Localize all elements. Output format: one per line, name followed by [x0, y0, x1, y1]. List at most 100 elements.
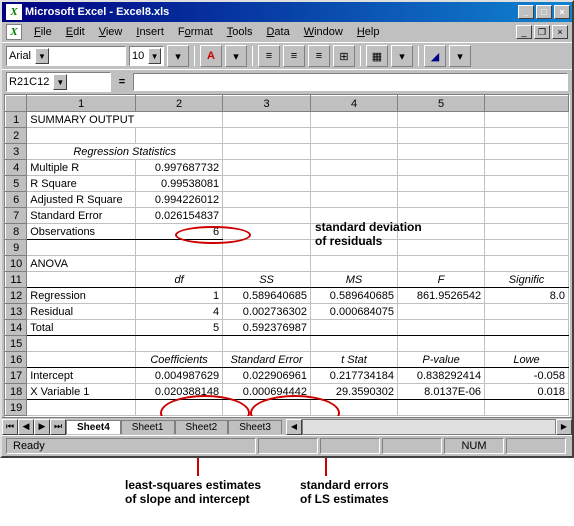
- dropdown-button[interactable]: ▾: [391, 45, 413, 67]
- cell[interactable]: MS: [311, 272, 398, 288]
- cell[interactable]: P-value: [398, 352, 485, 368]
- tab-nav-prev[interactable]: ◀: [18, 419, 34, 435]
- cell[interactable]: 0.99538081: [136, 176, 223, 192]
- drawing-button[interactable]: ◢: [424, 45, 446, 67]
- cell[interactable]: Adjusted R Square: [27, 192, 136, 208]
- row-header[interactable]: 17: [6, 368, 27, 384]
- menu-edit[interactable]: Edit: [60, 24, 91, 40]
- scroll-left-button[interactable]: ◀: [286, 419, 302, 435]
- cell[interactable]: 8.0: [485, 288, 569, 304]
- row-header[interactable]: 11: [6, 272, 27, 288]
- scroll-track[interactable]: [302, 419, 556, 435]
- row-header[interactable]: 10: [6, 256, 27, 272]
- row-header[interactable]: 13: [6, 304, 27, 320]
- cell[interactable]: -0.058: [485, 368, 569, 384]
- dropdown-button[interactable]: ▾: [225, 45, 247, 67]
- minimize-button[interactable]: _: [518, 5, 534, 19]
- align-right-button[interactable]: ≡: [308, 45, 330, 67]
- cell[interactable]: 8.0137E-06: [398, 384, 485, 400]
- cell[interactable]: ANOVA: [27, 256, 136, 272]
- menu-view[interactable]: View: [93, 24, 129, 40]
- align-left-button[interactable]: ≡: [258, 45, 280, 67]
- cell[interactable]: 0.020388148: [136, 384, 223, 400]
- col-header[interactable]: 1: [27, 96, 136, 112]
- row-header[interactable]: 5: [6, 176, 27, 192]
- cell[interactable]: F: [398, 272, 485, 288]
- cell[interactable]: 0.004987629: [136, 368, 223, 384]
- cell[interactable]: Signific: [485, 272, 569, 288]
- dropdown-icon[interactable]: ▼: [53, 74, 67, 90]
- borders-button[interactable]: ▦: [366, 45, 388, 67]
- menu-window[interactable]: Window: [298, 24, 349, 40]
- cell[interactable]: 4: [136, 304, 223, 320]
- dropdown-button[interactable]: ▾: [167, 45, 189, 67]
- sheet-tab[interactable]: Sheet4: [66, 420, 121, 434]
- row-header[interactable]: 4: [6, 160, 27, 176]
- tab-nav-first[interactable]: ⏮: [2, 419, 18, 435]
- row-header[interactable]: 1: [6, 112, 27, 128]
- row-header[interactable]: 18: [6, 384, 27, 400]
- row-header[interactable]: 9: [6, 240, 27, 256]
- row-header[interactable]: 15: [6, 336, 27, 352]
- cell[interactable]: 0.997687732: [136, 160, 223, 176]
- cell[interactable]: 0.838292414: [398, 368, 485, 384]
- menu-file[interactable]: File: [28, 24, 58, 40]
- cell[interactable]: 0.589640685: [311, 288, 398, 304]
- cell[interactable]: Regression Statistics: [27, 144, 223, 160]
- cell[interactable]: 0.022906961: [223, 368, 311, 384]
- cell[interactable]: Intercept: [27, 368, 136, 384]
- cell[interactable]: Coefficients: [136, 352, 223, 368]
- cell[interactable]: 861.9526542: [398, 288, 485, 304]
- scroll-right-button[interactable]: ▶: [556, 419, 572, 435]
- cell[interactable]: 0.589640685: [223, 288, 311, 304]
- dropdown-button[interactable]: ▾: [449, 45, 471, 67]
- cell[interactable]: SS: [223, 272, 311, 288]
- cell[interactable]: R Square: [27, 176, 136, 192]
- cell[interactable]: t Stat: [311, 352, 398, 368]
- menu-insert[interactable]: Insert: [130, 24, 170, 40]
- select-all-corner[interactable]: [6, 96, 27, 112]
- cell[interactable]: Total: [27, 320, 136, 336]
- cell[interactable]: 0.026154837: [136, 208, 223, 224]
- sheet-tab[interactable]: Sheet1: [121, 420, 175, 434]
- cell[interactable]: X Variable 1: [27, 384, 136, 400]
- cell[interactable]: 5: [136, 320, 223, 336]
- close-button[interactable]: ×: [554, 5, 570, 19]
- col-header[interactable]: [485, 96, 569, 112]
- row-header[interactable]: 12: [6, 288, 27, 304]
- font-size-combo[interactable]: 10 ▼: [129, 46, 164, 66]
- row-header[interactable]: 7: [6, 208, 27, 224]
- font-name-combo[interactable]: Arial ▼: [6, 46, 126, 66]
- cell[interactable]: 6: [136, 224, 223, 240]
- cell[interactable]: SUMMARY OUTPUT: [27, 112, 223, 128]
- doc-icon[interactable]: X: [6, 24, 22, 40]
- spreadsheet-grid[interactable]: 1 2 3 4 5 1SUMMARY OUTPUT 2 3Regression …: [5, 95, 569, 416]
- row-header[interactable]: 16: [6, 352, 27, 368]
- maximize-button[interactable]: □: [536, 5, 552, 19]
- cell[interactable]: 29.3590302: [311, 384, 398, 400]
- cell[interactable]: 0.994226012: [136, 192, 223, 208]
- row-header[interactable]: 19: [6, 400, 27, 416]
- align-center-button[interactable]: ≡: [283, 45, 305, 67]
- cell[interactable]: 1: [136, 288, 223, 304]
- doc-minimize-button[interactable]: _: [516, 25, 532, 39]
- cell[interactable]: Observations: [27, 224, 136, 240]
- row-header[interactable]: 3: [6, 144, 27, 160]
- cell[interactable]: 0.217734184: [311, 368, 398, 384]
- formula-bar[interactable]: [133, 73, 568, 91]
- name-box[interactable]: R21C12 ▼: [6, 72, 111, 92]
- cell[interactable]: Regression: [27, 288, 136, 304]
- cell[interactable]: 0.018: [485, 384, 569, 400]
- doc-restore-button[interactable]: ❐: [534, 25, 550, 39]
- cell[interactable]: Standard Error: [223, 352, 311, 368]
- tab-nav-next[interactable]: ▶: [34, 419, 50, 435]
- row-header[interactable]: 14: [6, 320, 27, 336]
- cell[interactable]: Residual: [27, 304, 136, 320]
- tab-nav-last[interactable]: ⏭: [50, 419, 66, 435]
- row-header[interactable]: 2: [6, 128, 27, 144]
- cell[interactable]: df: [136, 272, 223, 288]
- font-color-button[interactable]: A: [200, 45, 222, 67]
- cell[interactable]: 0.592376987: [223, 320, 311, 336]
- col-header[interactable]: 3: [223, 96, 311, 112]
- row-header[interactable]: 6: [6, 192, 27, 208]
